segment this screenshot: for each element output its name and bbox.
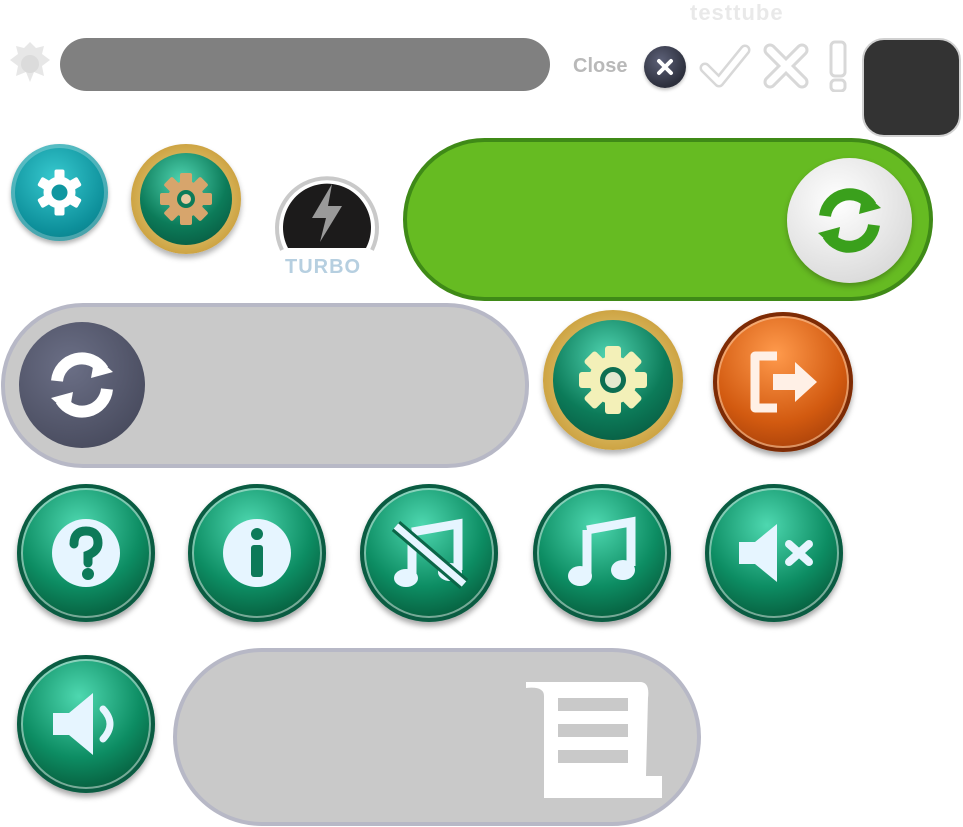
speaker-icon xyxy=(53,693,114,755)
teal-settings-button[interactable] xyxy=(11,144,108,241)
watermark-text: testtube xyxy=(690,0,784,25)
refresh-icon xyxy=(51,352,113,418)
volume-button[interactable] xyxy=(17,655,155,793)
music-off-icon xyxy=(391,518,469,589)
cross-icon[interactable] xyxy=(760,40,812,92)
checkmark-icon[interactable] xyxy=(699,40,751,92)
refresh-icon xyxy=(818,188,881,253)
close-label: Close xyxy=(573,55,628,77)
exit-icon xyxy=(750,351,817,413)
dark-square-button[interactable] xyxy=(862,38,961,137)
gold-settings-button[interactable] xyxy=(131,144,241,254)
green-toggle-knob[interactable] xyxy=(787,158,912,283)
turbo-label: TURBO xyxy=(285,256,362,278)
gold-settings-button-large[interactable] xyxy=(543,310,683,450)
music-button[interactable] xyxy=(533,484,671,622)
exclamation-icon[interactable] xyxy=(815,40,861,92)
gear-icon xyxy=(579,346,647,414)
info-button[interactable] xyxy=(188,484,326,622)
lion-crest-logo xyxy=(10,42,50,82)
gear-icon xyxy=(160,173,212,225)
gear-icon xyxy=(37,169,82,216)
close-button[interactable] xyxy=(644,46,686,88)
music-off-button[interactable] xyxy=(360,484,498,622)
top-bar xyxy=(60,38,550,91)
question-icon xyxy=(52,519,120,587)
help-button[interactable] xyxy=(17,484,155,622)
music-icon xyxy=(568,516,636,586)
exit-button[interactable] xyxy=(713,312,853,452)
info-icon xyxy=(223,519,291,587)
mute-button[interactable] xyxy=(705,484,843,622)
scroll-icon[interactable] xyxy=(522,672,668,804)
gray-toggle-knob[interactable] xyxy=(19,322,145,448)
speaker-mute-icon xyxy=(739,524,813,582)
close-icon xyxy=(657,59,673,75)
